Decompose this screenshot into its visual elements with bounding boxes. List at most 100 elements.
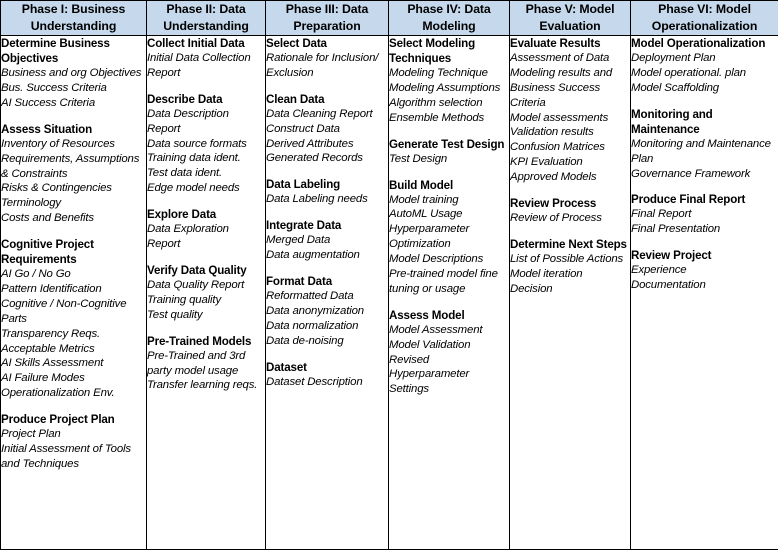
task-group-title: Select Modeling Techniques: [389, 36, 476, 65]
task-item: Assessment of Data Modeling results and …: [510, 52, 613, 109]
task-item: Model Assessment: [389, 323, 483, 336]
phase-header-phase-1: Phase I: Business Understanding: [0, 0, 147, 36]
task-item: Model iteration: [510, 267, 583, 280]
phase-column-body: Collect Initial Data Initial Data Collect…: [147, 36, 265, 393]
task-item: Data Description Report: [147, 107, 229, 135]
task-group-items: Rationale for Inclusion/ Exclusion: [266, 51, 388, 81]
task-group-items: Experience Documentation: [631, 263, 778, 293]
phase-header-phase-4: Phase IV: Data Modeling: [388, 0, 510, 36]
task-item: Generated Records: [266, 152, 363, 165]
task-group-items: Modeling Technique Modeling Assumptions Al…: [389, 66, 509, 126]
task-item: Pre-Trained and 3rd party model usage: [147, 349, 246, 377]
task-item: AI Success Criteria: [1, 96, 95, 109]
task-item: Inventory of Resources: [1, 137, 115, 150]
task-item: Modeling Assumptions: [389, 81, 501, 94]
task-item: Business and org Objectives: [1, 67, 142, 80]
task-group-items: Business and org Objectives Bus. Success …: [1, 66, 146, 111]
phase-column-phase-1: Determine Business Objectives Business an…: [0, 34, 147, 550]
task-item: Revised Hyperparameter Settings: [389, 353, 470, 396]
task-group-items: Inventory of Resources Requirements, Assu…: [1, 137, 146, 226]
task-item: Data normalization: [266, 319, 359, 332]
task-item: Transparency Reqs.: [1, 327, 101, 340]
task-item: Data Labeling needs: [266, 193, 368, 206]
phase-header-phase-2: Phase II: Data Understanding: [146, 0, 266, 36]
task-item: Data anonymization: [266, 305, 364, 317]
task-group: Evaluate Results Assessment of Data Model…: [510, 36, 630, 185]
task-group: Determine Next Steps List of Possible Act…: [510, 237, 630, 297]
task-group-title: Model Operationalization: [631, 36, 766, 50]
phase-column-phase-6: Model Operationalization Deployment Plan M…: [630, 34, 778, 550]
task-group-title: Integrate Data: [266, 219, 342, 233]
task-item: Review of Process: [510, 211, 602, 224]
task-item: Initial Assessment of Tools and Techniqu…: [1, 442, 131, 470]
task-group: Produce Final Report Final Report Final Pr…: [631, 192, 778, 237]
task-item: Model assessments: [510, 111, 609, 124]
task-group-items: Assessment of Data Modeling results and …: [510, 51, 630, 185]
task-group: Model Operationalization Deployment Plan M…: [631, 36, 778, 96]
task-item: Operationalization Env.: [1, 387, 115, 400]
task-item: AI Skills Assessment: [1, 357, 104, 370]
phase-column-body: Select Modeling Techniques Modeling Techn…: [389, 36, 509, 397]
task-item: Edge model needs: [147, 182, 240, 195]
task-group: Select Data Rationale for Inclusion/ Excl…: [266, 36, 388, 81]
task-group-title: Explore Data: [147, 208, 217, 222]
phase-column-phase-2: Collect Initial Data Initial Data Collect…: [146, 34, 266, 550]
task-item: Test quality: [147, 308, 203, 321]
task-item: Merged Data: [266, 234, 331, 247]
phase-column-phase-3: Select Data Rationale for Inclusion/ Excl…: [265, 34, 389, 550]
task-item: Approved Models: [510, 171, 597, 183]
task-group-items: Deployment Plan Model operational. plan Mo…: [631, 51, 778, 96]
phase-header-phase-6: Phase VI: Model Operationalization: [630, 0, 778, 36]
task-group-title: Data Labeling: [266, 178, 341, 192]
task-item: Transfer learning reqs.: [147, 379, 258, 392]
task-group-title: Collect Initial Data: [147, 36, 245, 50]
task-group-title: Produce Project Plan: [1, 413, 115, 426]
task-group: Explore Data Data Exploration Report: [147, 207, 265, 252]
task-item: Data Exploration Report: [147, 223, 229, 250]
task-item: Ensemble Methods: [389, 111, 485, 124]
task-group-title: Select Data: [266, 36, 327, 50]
task-group-items: Pre-Trained and 3rd party model usage Tra…: [147, 349, 265, 394]
task-group-title: Verify Data Quality: [147, 263, 247, 277]
task-group-title: Determine Next Steps: [510, 237, 627, 251]
task-group-items: Test Design: [389, 152, 509, 167]
task-item: Training quality: [147, 293, 221, 306]
task-item: Validation results: [510, 126, 594, 139]
task-item: Final Report: [631, 208, 692, 221]
task-group: Format Data Reformatted Data Data anonymiz…: [266, 274, 388, 349]
task-group-items: Data Labeling needs: [266, 192, 388, 207]
task-group-title: Assess Situation: [1, 122, 93, 136]
task-item: Data de-noising: [266, 334, 344, 347]
task-item: AutoML Usage: [389, 208, 463, 221]
task-item: Risks & Contingencies: [1, 182, 112, 195]
task-item: Monitoring and Maintenance Plan: [631, 137, 771, 165]
task-item: Bus. Success Criteria: [1, 81, 107, 94]
task-group-items: List of Possible Actions Model iteration D…: [510, 252, 630, 297]
task-group: Cognitive Project Requirements AI Go / No…: [1, 237, 146, 401]
task-item: Initial Data Collection Report: [147, 52, 251, 79]
task-group-title: Assess Model: [389, 308, 465, 322]
task-item: Governance Framework: [631, 167, 751, 180]
task-item: Rationale for Inclusion/ Exclusion: [266, 52, 379, 79]
task-group: Assess Situation Inventory of Resources Re…: [1, 122, 146, 226]
task-item: Data source formats: [147, 137, 247, 150]
task-group: Build Model Model training AutoML Usage Hyp…: [389, 178, 509, 297]
task-group-title: Produce Final Report: [631, 193, 746, 207]
task-item: Cognitive / Non-Cognitive Parts: [1, 297, 127, 325]
task-item: Test data ident.: [147, 167, 223, 180]
task-group-title: Evaluate Results: [510, 36, 601, 50]
phase-column-phase-4: Select Modeling Techniques Modeling Techn…: [388, 34, 510, 550]
phase-column-body: Model Operationalization Deployment Plan M…: [631, 36, 778, 293]
phase-column-body: Evaluate Results Assessment of Data Model…: [510, 36, 630, 297]
task-item: Acceptable Metrics: [1, 342, 95, 355]
task-item: Dataset Description: [266, 375, 363, 388]
task-group-title: Review Process: [510, 196, 597, 210]
task-group: Generate Test Design Test Design: [389, 137, 509, 167]
task-item: Hyperparameter Optimization: [389, 223, 470, 251]
task-group-items: Model Assessment Model Validation Revised …: [389, 323, 509, 397]
task-group-items: Data Exploration Report: [147, 222, 265, 252]
task-group-title: Pre-Trained Models: [147, 334, 252, 348]
task-item: Algorithm selection: [389, 96, 483, 109]
task-item: Experience: [631, 264, 687, 277]
task-item: AI Failure Modes: [1, 372, 85, 385]
